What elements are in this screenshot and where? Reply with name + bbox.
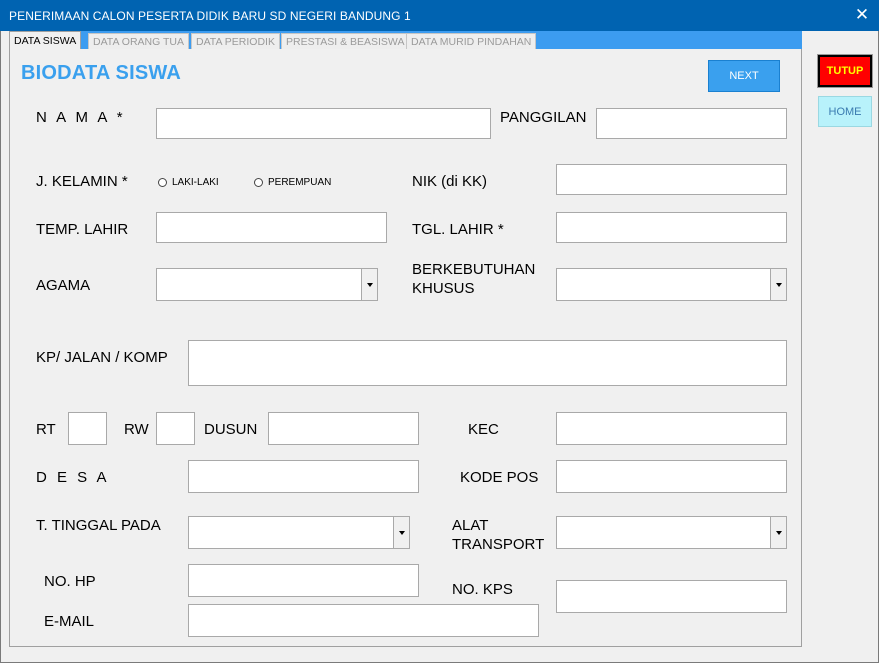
rt-label: RT [36, 421, 56, 438]
tempat-lahir-label: TEMP. LAHIR [36, 221, 129, 238]
nama-input[interactable] [156, 108, 491, 139]
tab-prestasi-beasiswa[interactable]: PRESTASI & BEASISWA [281, 33, 410, 50]
dusun-input[interactable] [268, 412, 419, 445]
rw-label: RW [124, 421, 149, 438]
desa-input[interactable] [188, 460, 419, 493]
radio-perempuan[interactable]: PEREMPUAN [254, 177, 331, 188]
email-input[interactable] [188, 604, 539, 637]
tempat-lahir-input[interactable] [156, 212, 387, 243]
window-title: PENERIMAAN CALON PESERTA DIDIK BARU SD N… [9, 9, 411, 23]
berkebutuhan-khusus-label-line2: KHUSUS [412, 280, 475, 297]
tab-data-siswa[interactable]: DATA SISWA [9, 31, 82, 50]
no-hp-input[interactable] [188, 564, 419, 597]
rt-input[interactable] [68, 412, 107, 445]
radio-circle-icon[interactable] [254, 178, 263, 187]
chevron-down-icon[interactable] [361, 269, 377, 300]
no-hp-label: NO. HP [44, 573, 96, 590]
panggilan-label: PANGGILAN [500, 109, 587, 126]
tab-data-orang-tua[interactable]: DATA ORANG TUA [88, 33, 190, 50]
tempat-tinggal-label: T. TINGGAL PADA [36, 517, 161, 534]
email-label: E-MAIL [44, 613, 95, 630]
chevron-down-icon[interactable] [770, 517, 786, 548]
jalan-label: KP/ JALAN / KOMP [36, 349, 168, 366]
chevron-down-icon[interactable] [770, 269, 786, 300]
no-kps-input[interactable] [556, 580, 787, 613]
berkebutuhan-khusus-select[interactable] [556, 268, 787, 301]
jenis-kelamin-label: J. KELAMIN * [36, 173, 128, 190]
radio-laki-laki[interactable]: LAKI-LAKI [158, 177, 219, 188]
page-title: BIODATA SISWA [21, 62, 182, 84]
title-bar: PENERIMAAN CALON PESERTA DIDIK BARU SD N… [0, 0, 879, 31]
dusun-label: DUSUN [204, 421, 258, 438]
radio-laki-laki-label: LAKI-LAKI [172, 177, 219, 188]
chevron-down-icon[interactable] [393, 517, 409, 548]
kecamatan-input[interactable] [556, 412, 787, 445]
alat-transport-label-line2: TRANSPORT [452, 536, 545, 553]
nik-label: NIK (di KK) [412, 173, 488, 190]
tanggal-lahir-label: TGL. LAHIR * [412, 221, 504, 238]
tanggal-lahir-input[interactable] [556, 212, 787, 243]
radio-circle-icon[interactable] [158, 178, 167, 187]
no-kps-label: NO. KPS [452, 581, 513, 598]
radio-perempuan-label: PEREMPUAN [268, 177, 332, 188]
jalan-input[interactable] [188, 340, 787, 386]
alat-transport-select[interactable] [556, 516, 787, 549]
home-button[interactable]: HOME [818, 96, 872, 127]
alat-transport-label: ALAT [452, 517, 489, 534]
tutup-button[interactable]: TUTUP [817, 54, 873, 88]
next-button[interactable]: NEXT [708, 60, 780, 92]
nama-label: N A M A * [36, 109, 126, 126]
tempat-tinggal-select[interactable] [188, 516, 410, 549]
rw-input[interactable] [156, 412, 195, 445]
panggilan-input[interactable] [596, 108, 787, 139]
kecamatan-label: KEC [468, 421, 499, 438]
berkebutuhan-khusus-label: BERKEBUTUHAN [412, 261, 536, 278]
desa-label: D E S A [36, 469, 110, 486]
agama-select[interactable] [156, 268, 378, 301]
kode-pos-label: KODE POS [460, 469, 539, 486]
nik-input[interactable] [556, 164, 787, 195]
tab-data-murid-pindahan[interactable]: DATA MURID PINDAHAN [406, 33, 537, 50]
agama-label: AGAMA [36, 277, 91, 294]
kode-pos-input[interactable] [556, 460, 787, 493]
tab-strip: DATA SISWA DATA ORANG TUA DATA PERIODIK … [9, 31, 802, 50]
tab-data-periodik[interactable]: DATA PERIODIK [191, 33, 280, 50]
close-icon[interactable]: ✕ [854, 5, 870, 25]
